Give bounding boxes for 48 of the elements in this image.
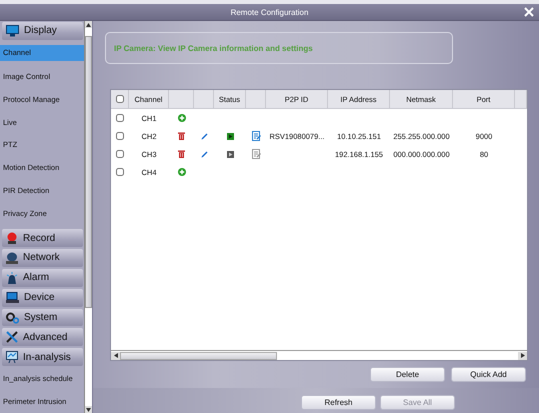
footer-button[interactable]: Refresh — [301, 395, 376, 410]
scrollbar[interactable] — [84, 21, 92, 413]
group-label: Network — [23, 252, 60, 264]
sidebar-group[interactable]: Device — [2, 288, 83, 307]
monitor-icon — [6, 24, 19, 37]
sidebar-group[interactable]: Alarm — [2, 268, 83, 287]
sidebar-group[interactable]: Display — [2, 22, 83, 40]
pencil-icon[interactable] — [200, 132, 208, 140]
pencil-icon[interactable] — [200, 150, 208, 158]
note-icon[interactable] — [252, 131, 260, 141]
group-label: Display — [24, 25, 57, 36]
row-checkbox[interactable] — [116, 168, 124, 176]
sidebar-group[interactable]: System — [2, 308, 83, 326]
add-icon[interactable] — [178, 168, 186, 176]
note-icon[interactable] — [252, 149, 260, 159]
group-label: Record — [23, 232, 56, 244]
sidebar-group[interactable]: Advanced — [2, 328, 83, 346]
sidebar-group[interactable]: Record — [2, 229, 83, 247]
delete-icon[interactable] — [178, 150, 185, 158]
group-label: Alarm — [23, 272, 50, 284]
add-icon[interactable] — [178, 114, 186, 122]
action-button[interactable]: Delete — [370, 367, 445, 382]
horizontal-scrollbar[interactable] — [111, 350, 527, 360]
group-label: In-analysis — [23, 352, 71, 363]
gears-icon — [6, 312, 19, 324]
row-checkbox[interactable] — [116, 114, 124, 122]
scroll-right-icon[interactable] — [520, 353, 524, 358]
laptop-icon — [6, 292, 19, 304]
delete-icon[interactable] — [178, 132, 185, 140]
easel-icon — [6, 351, 18, 364]
close-button[interactable] — [522, 5, 535, 18]
window-title: Remote Configuration — [230, 8, 308, 16]
sidebar-group[interactable]: Network — [2, 248, 83, 267]
info-text: IP Camera: View IP Camera information and settings — [114, 44, 313, 52]
sidebar-group[interactable]: In-analysis — [2, 348, 83, 366]
group-label: Device — [24, 292, 55, 304]
select-all-checkbox[interactable] — [116, 95, 124, 103]
record-icon — [6, 232, 18, 244]
row-checkbox[interactable] — [116, 132, 124, 140]
action-button[interactable]: Quick Add — [451, 367, 526, 382]
group-label: Advanced — [23, 332, 68, 343]
row-checkbox[interactable] — [116, 150, 124, 158]
alarm-icon — [6, 272, 18, 284]
scroll-down-icon[interactable] — [86, 408, 91, 412]
tools-icon — [6, 331, 18, 344]
scroll-left-icon[interactable] — [114, 353, 118, 358]
network-icon — [6, 252, 18, 264]
group-label: System — [24, 312, 58, 324]
